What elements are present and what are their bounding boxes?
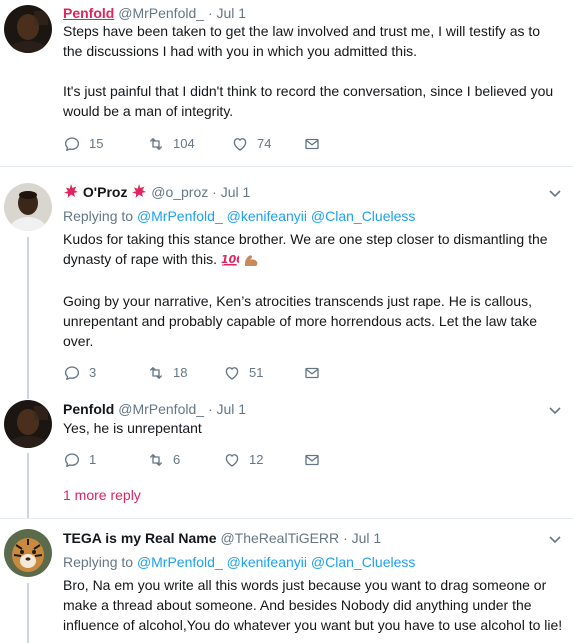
reply-button[interactable]: 15 <box>63 134 103 154</box>
retweet-count: 104 <box>173 136 195 151</box>
avatar[interactable] <box>4 183 52 231</box>
display-name[interactable]: TEGA is my Real Name <box>63 530 217 546</box>
tweet-text: Steps have been taken to get the law inv… <box>63 21 563 121</box>
mention-link[interactable]: @kenifeanyii <box>227 208 307 224</box>
timestamp[interactable]: Jul 1 <box>217 5 247 21</box>
tweet-paragraph: Steps have been taken to get the law inv… <box>63 23 541 59</box>
retweet-button[interactable]: 18 <box>147 363 187 383</box>
timestamp[interactable]: Jul 1 <box>217 401 247 417</box>
timestamp[interactable]: Jul 1 <box>352 530 382 546</box>
like-icon <box>225 454 239 467</box>
retweet-count: 6 <box>173 452 181 467</box>
direct-message-button[interactable] <box>303 134 329 154</box>
direct-message-button[interactable] <box>303 450 329 470</box>
mention-link[interactable]: @kenifeanyii <box>227 554 307 570</box>
like-count: 74 <box>257 136 272 151</box>
display-name[interactable]: O'Proz <box>83 184 128 200</box>
timestamp[interactable]: Jul 1 <box>221 184 251 200</box>
reply-count: 3 <box>89 365 97 380</box>
mention-link[interactable]: @Clan_Clueless <box>311 554 415 570</box>
retweet-count: 18 <box>173 365 188 380</box>
reply-icon <box>64 453 80 468</box>
tweet-sentence: Kudos for taking this stance brother. We… <box>63 231 548 267</box>
separator-dot: · <box>343 530 348 546</box>
avatar[interactable] <box>4 5 52 53</box>
retweet-button[interactable]: 6 <box>147 450 180 470</box>
tweet-2[interactable]: O'Proz @o_proz · Jul 1 Replying to @MrPe… <box>0 167 573 393</box>
tweet-actions: 1 6 12 <box>63 450 363 470</box>
message-icon <box>305 454 319 466</box>
handle[interactable]: @TheRealTiGERR <box>220 530 339 546</box>
reply-button[interactable]: 1 <box>63 450 96 470</box>
mention-link[interactable]: @MrPenfold_ <box>137 208 223 224</box>
like-button[interactable]: 51 <box>223 363 263 383</box>
handle[interactable]: @MrPenfold_ <box>118 5 204 21</box>
collision-emoji <box>131 183 147 203</box>
more-replies-link[interactable]: 1 more reply <box>63 486 141 504</box>
tweet-header: TEGA is my Real Name @TheRealTiGERR · Ju… <box>63 529 381 547</box>
chevron-down-icon[interactable] <box>548 404 562 418</box>
avatar[interactable] <box>4 529 52 577</box>
tweet-paragraph: It's just painful that I didn't think to… <box>63 83 554 119</box>
replying-to-label: Replying to <box>63 208 134 224</box>
tweet-actions: 3 18 51 <box>63 363 363 383</box>
avatar[interactable] <box>4 400 52 448</box>
tweet-text: Yes, he is unrepentant <box>63 418 563 438</box>
separator-dot: · <box>207 401 213 417</box>
handle[interactable]: @o_proz <box>151 184 208 200</box>
tweet-header: O'Proz @o_proz · Jul 1 <box>63 183 250 203</box>
handle[interactable]: @MrPenfold_ <box>118 401 204 417</box>
tweet-actions: 15 104 74 <box>63 134 363 154</box>
mention-link[interactable]: @MrPenfold_ <box>137 554 223 570</box>
tweet-4[interactable]: TEGA is my Real Name @TheRealTiGERR · Ju… <box>0 519 573 643</box>
reply-count: 15 <box>89 136 104 151</box>
collision-emoji <box>63 183 79 203</box>
tweet-paragraph: Bro, Na em you write all this words just… <box>63 577 563 633</box>
tweet-1[interactable]: Penfold @MrPenfold_ · Jul 1 Steps have b… <box>0 0 573 166</box>
replying-to: Replying to @MrPenfold_ @kenifeanyii @Cl… <box>63 553 415 571</box>
like-button[interactable]: 12 <box>223 450 263 470</box>
message-icon <box>305 367 319 379</box>
tweet-text: Kudos for taking this stance brother. We… <box>63 229 563 351</box>
like-icon <box>225 367 239 380</box>
replying-to: Replying to @MrPenfold_ @kenifeanyii @Cl… <box>63 207 415 225</box>
tweet-header: Penfold @MrPenfold_ · Jul 1 <box>63 4 246 22</box>
retweet-button[interactable]: 104 <box>147 134 195 154</box>
chevron-down-icon[interactable] <box>548 533 562 547</box>
thread-line <box>27 237 29 393</box>
flexed-bicep-emoji <box>243 251 259 271</box>
display-name[interactable]: Penfold <box>63 401 114 417</box>
hundred-emoji: 100 <box>221 251 244 271</box>
tweet-text: Bro, Na em you write all this words just… <box>63 575 563 635</box>
like-icon <box>233 138 247 151</box>
message-icon <box>305 138 319 150</box>
replying-to-label: Replying to <box>63 554 134 570</box>
retweet-icon <box>150 367 162 379</box>
tweet-paragraph: Yes, he is unrepentant <box>63 420 202 436</box>
tweet-paragraph: Kudos for taking this stance brother. We… <box>63 229 563 271</box>
reply-count: 1 <box>89 452 97 467</box>
like-count: 51 <box>249 365 264 380</box>
tweet-header: Penfold @MrPenfold_ · Jul 1 <box>63 400 246 418</box>
chevron-down-icon[interactable] <box>548 187 562 201</box>
thread-line <box>27 453 29 518</box>
tweet-paragraph: Going by your narrative, Ken’s atrocitie… <box>63 293 537 349</box>
like-button[interactable]: 74 <box>231 134 271 154</box>
reply-button[interactable]: 3 <box>63 363 96 383</box>
separator-dot: · <box>212 184 217 200</box>
retweet-icon <box>150 454 162 466</box>
retweet-icon <box>150 138 162 150</box>
direct-message-button[interactable] <box>303 363 329 383</box>
thread-line <box>27 393 29 399</box>
like-count: 12 <box>249 452 264 467</box>
reply-icon <box>64 137 80 152</box>
thread-line <box>27 583 29 643</box>
separator-dot: · <box>207 5 213 21</box>
display-name[interactable]: Penfold <box>63 5 114 21</box>
mention-link[interactable]: @Clan_Clueless <box>311 208 415 224</box>
reply-icon <box>64 366 80 381</box>
